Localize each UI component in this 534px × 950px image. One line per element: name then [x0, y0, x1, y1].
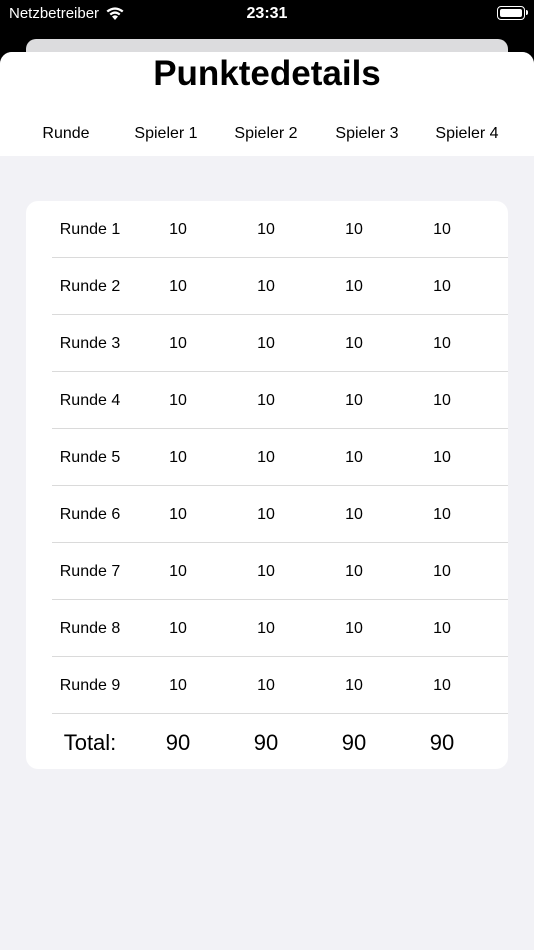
score-player-4: 10	[433, 392, 451, 409]
round-label: Runde 7	[59, 563, 121, 580]
score-table: Runde 1 10 10 10 10 Runde 2 10 10 10 10 Runde 3 10 1…	[26, 201, 508, 769]
score-player-3: 10	[345, 449, 363, 466]
score-player-2: 10	[257, 506, 275, 523]
score-player-2: 10	[257, 278, 275, 295]
score-player-3: 10	[345, 620, 363, 637]
table-row: Runde 5 10 10 10 10	[26, 429, 508, 486]
sheet-header: Punktedetails Runde Spieler 1 Spieler 2 …	[0, 52, 534, 156]
score-player-1: 10	[169, 620, 187, 637]
score-player-4: 10	[433, 506, 451, 523]
clock: 23:31	[246, 5, 288, 22]
table-row: Runde 4 10 10 10 10	[26, 372, 508, 429]
points-detail-sheet[interactable]: Punktedetails Runde Spieler 1 Spieler 2 …	[0, 52, 534, 950]
round-label: Runde 3	[59, 335, 121, 352]
table-row: Runde 3 10 10 10 10	[26, 315, 508, 372]
score-player-2: 10	[257, 563, 275, 580]
score-player-4: 10	[433, 677, 451, 694]
battery-icon	[497, 6, 528, 20]
score-player-3: 10	[345, 506, 363, 523]
score-player-3: 10	[345, 677, 363, 694]
score-player-4: 10	[433, 620, 451, 637]
column-header-round: Runde	[42, 125, 90, 142]
page-title: Punktedetails	[153, 54, 381, 93]
score-player-1: 10	[169, 221, 187, 238]
score-player-3: 10	[345, 278, 363, 295]
table-row: Runde 7 10 10 10 10	[26, 543, 508, 600]
score-player-4: 10	[433, 278, 451, 295]
score-player-2: 10	[257, 620, 275, 637]
table-row: Runde 2 10 10 10 10	[26, 258, 508, 315]
score-player-1: 10	[169, 278, 187, 295]
score-player-3: 10	[345, 392, 363, 409]
round-label: Runde 5	[59, 449, 121, 466]
score-player-4: 10	[433, 221, 451, 238]
table-row: Runde 1 10 10 10 10	[26, 201, 508, 258]
score-player-1: 10	[169, 506, 187, 523]
table-row: Runde 8 10 10 10 10	[26, 600, 508, 657]
column-header-player-2: Spieler 2	[234, 125, 298, 142]
score-player-1: 10	[169, 392, 187, 409]
round-label: Runde 8	[59, 620, 121, 637]
column-header-player-4: Spieler 4	[435, 125, 499, 142]
score-player-3: 10	[345, 221, 363, 238]
score-player-1: 10	[169, 563, 187, 580]
status-bar: Netzbetreiber 23:31	[0, 0, 534, 30]
total-score-player-2: 90	[253, 730, 279, 755]
score-player-1: 10	[169, 449, 187, 466]
score-player-2: 10	[257, 392, 275, 409]
score-player-2: 10	[257, 335, 275, 352]
score-player-2: 10	[257, 449, 275, 466]
round-label: Runde 9	[59, 677, 121, 694]
total-score-player-4: 90	[429, 730, 455, 755]
score-player-3: 10	[345, 335, 363, 352]
total-score-player-3: 90	[341, 730, 367, 755]
score-player-4: 10	[433, 563, 451, 580]
round-label: Runde 4	[59, 392, 121, 409]
score-player-4: 10	[433, 335, 451, 352]
column-header-player-1: Spieler 1	[134, 125, 198, 142]
table-row: Runde 9 10 10 10 10	[26, 657, 508, 714]
score-player-2: 10	[257, 677, 275, 694]
score-player-1: 10	[169, 335, 187, 352]
score-player-4: 10	[433, 449, 451, 466]
round-label: Runde 6	[59, 506, 121, 523]
total-score-player-1: 90	[165, 730, 191, 755]
total-row: Total: 90 90 90 90	[26, 714, 508, 771]
column-header-player-3: Spieler 3	[335, 125, 399, 142]
total-label: Total:	[63, 730, 117, 755]
round-label: Runde 2	[59, 278, 121, 295]
table-row: Runde 6 10 10 10 10	[26, 486, 508, 543]
round-label: Runde 1	[59, 221, 121, 238]
score-player-1: 10	[169, 677, 187, 694]
score-player-3: 10	[345, 563, 363, 580]
score-player-2: 10	[257, 221, 275, 238]
